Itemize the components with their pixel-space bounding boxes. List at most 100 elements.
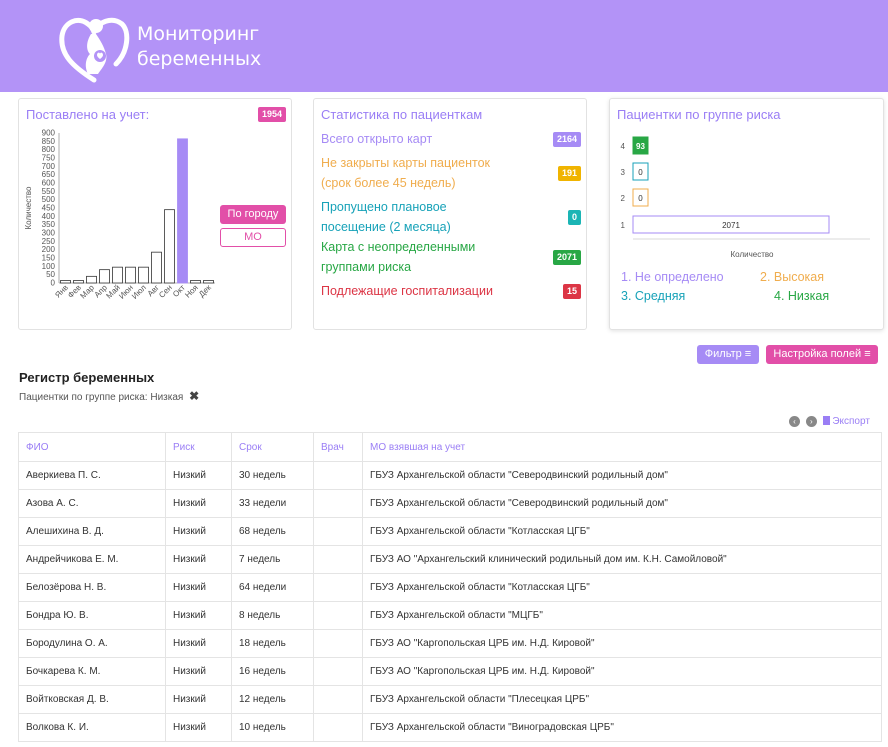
app-title-line2: беременных [137,48,262,70]
cell-doctor [313,489,363,518]
registry-title: Регистр беременных [19,370,155,385]
stat-label-line: группами риска [321,260,412,274]
cell-term: 18 недель [231,629,314,658]
stat-label-line: Не закрыты карты пациенток [321,156,491,170]
bar-Май [112,266,123,284]
next-page-icon[interactable]: › [805,416,817,427]
cell-doctor [313,517,363,546]
cell-doctor [313,713,363,742]
risk-group-chart: 4 93 3 0 2 0 1 2071 Количество [621,136,870,259]
cell-fio: Войтковская Д. В. [18,685,166,714]
cell-fio: Бондра Ю. В. [18,601,166,630]
y-tick-label: 400 [42,212,56,221]
sliders-icon: ≡ [864,348,871,360]
bar-Окт [177,138,188,284]
cell-term: 30 недель [231,461,314,490]
stat-label: Всего открыто карт [321,129,432,149]
x-tick-label: Дек [197,283,213,299]
risk-value-label: 2071 [722,221,740,230]
cell-risk: Низкий [165,629,232,658]
table-row[interactable]: Бондра Ю. В. Низкий 8 недель ГБУЗ Архангель… [18,601,882,630]
stat-label-line: Пропущено плановое [321,200,447,214]
patient-stats-card: Статистика по пациенткам Всего открыто к… [313,98,587,330]
prev-page-icon[interactable]: ‹ [789,416,800,427]
y-tick-label: 650 [42,170,56,179]
table-row[interactable]: Волкова К. И. Низкий 10 недель ГБУЗ Арханге… [18,713,882,742]
y-tick-label: 550 [42,187,56,196]
table-row[interactable]: Войтковская Д. В. Низкий 12 недель ГБУЗ Арх… [18,685,882,714]
cell-mo: ГБУЗ АО "Каргопольская ЦРБ им. Н.Д. Киро… [362,657,882,686]
cell-fio: Аверкиева П. С. [18,461,166,490]
cell-term: 64 недели [231,573,314,602]
stat-label: Не закрыты карты пациенток (срок более 45… [321,153,490,193]
cell-fio: Белозёрова Н. В. [18,573,166,602]
y-tick-label: 700 [42,162,56,171]
table-row[interactable]: Белозёрова Н. В. Низкий 64 недели ГБУЗ Арха… [18,573,882,602]
col-doctor[interactable]: Врач [313,432,363,462]
filter-label: Фильтр [704,348,742,360]
y-axis-title: Количество [24,186,33,230]
stats-title: Статистика по пациенткам [321,107,483,122]
cell-term: 7 недель [231,545,314,574]
y-tick-label: 350 [42,220,56,229]
remove-filter-icon[interactable]: ✖ [189,389,199,403]
cell-risk: Низкий [165,489,232,518]
cell-mo: ГБУЗ Архангельской области "Плесецкая ЦР… [362,685,882,714]
table-row[interactable]: Азова А. С. Низкий 33 недели ГБУЗ Архангель… [18,489,882,518]
y-tick-label: 800 [42,145,56,154]
field-settings-button[interactable]: Настройка полей ≡ [766,345,878,364]
col-term[interactable]: Срок [231,432,314,462]
cell-term: 10 недель [231,713,314,742]
risk-value-label: 0 [638,168,643,177]
app-title-line1: Мониторинг [137,23,260,45]
mo-button[interactable]: МО [220,228,286,247]
stat-value-badge: 0 [567,210,581,225]
table-row[interactable]: Аверкиева П. С. Низкий 30 недель ГБУЗ Архан… [18,461,882,490]
cell-fio: Азова А. С. [18,489,166,518]
registered-total-badge: 1954 [258,107,287,122]
bar-Ноя [190,280,201,284]
stat-value-badge: 191 [557,166,581,181]
export-label: Экспорт [832,416,870,427]
table-row[interactable]: Алешихина В. Д. Низкий 68 недель ГБУЗ Архан… [18,517,882,546]
col-risk[interactable]: Риск [165,432,232,462]
stat-value-badge: 2164 [552,132,581,147]
risk-category-label: 1 [621,221,626,230]
table-toolbar: ‹ › Экспорт [789,416,870,427]
y-tick-label: 150 [42,254,56,263]
bar-Июл [138,266,149,284]
stat-label-line: Карта с неопределенными [321,240,476,254]
cell-fio: Волкова К. И. [18,713,166,742]
y-tick-label: 200 [42,245,56,254]
col-fio[interactable]: ФИО [18,432,166,462]
table-row[interactable]: Бородулина О. А. Низкий 18 недель ГБУЗ АО "… [18,629,882,658]
risk-value-label: 0 [638,194,643,203]
cell-risk: Низкий [165,713,232,742]
cell-risk: Низкий [165,685,232,714]
cell-term: 8 недель [231,601,314,630]
table-row[interactable]: Андрейчикова Е. М. Низкий 7 недель ГБУЗ АО … [18,545,882,574]
risk-axis-title: Количество [731,250,775,259]
cell-mo: ГБУЗ Архангельской области "Северодвинск… [362,461,882,490]
col-mo[interactable]: МО взявшая на учет [362,432,882,462]
legend-item-4: 4. Низкая [774,289,830,303]
y-tick-label: 50 [46,270,55,279]
risk-category-label: 3 [621,168,626,177]
cell-risk: Низкий [165,461,232,490]
cell-mo: ГБУЗ Архангельской области "МЦГБ" [362,601,882,630]
export-link[interactable]: Экспорт [822,416,870,427]
risk-category-label: 2 [621,194,626,203]
table-row[interactable]: Бочкарева К. М. Низкий 16 недель ГБУЗ АО "К… [18,657,882,686]
field-settings-label: Настройка полей [773,348,862,360]
risk-category-label: 4 [621,142,626,151]
stat-label: Пропущено плановое посещение (2 месяца) [321,197,451,237]
monthly-registration-chart: 0501001502002503003504004505005506006507… [24,129,215,301]
by-city-button[interactable]: По городу [220,205,286,224]
y-tick-label: 300 [42,229,56,238]
cell-risk: Низкий [165,601,232,630]
bar-Апр [99,269,110,284]
filter-button[interactable]: Фильтр ≡ [697,345,759,364]
y-tick-label: 900 [42,129,56,138]
risk-value-label: 93 [636,142,645,151]
y-tick-label: 0 [51,279,56,288]
